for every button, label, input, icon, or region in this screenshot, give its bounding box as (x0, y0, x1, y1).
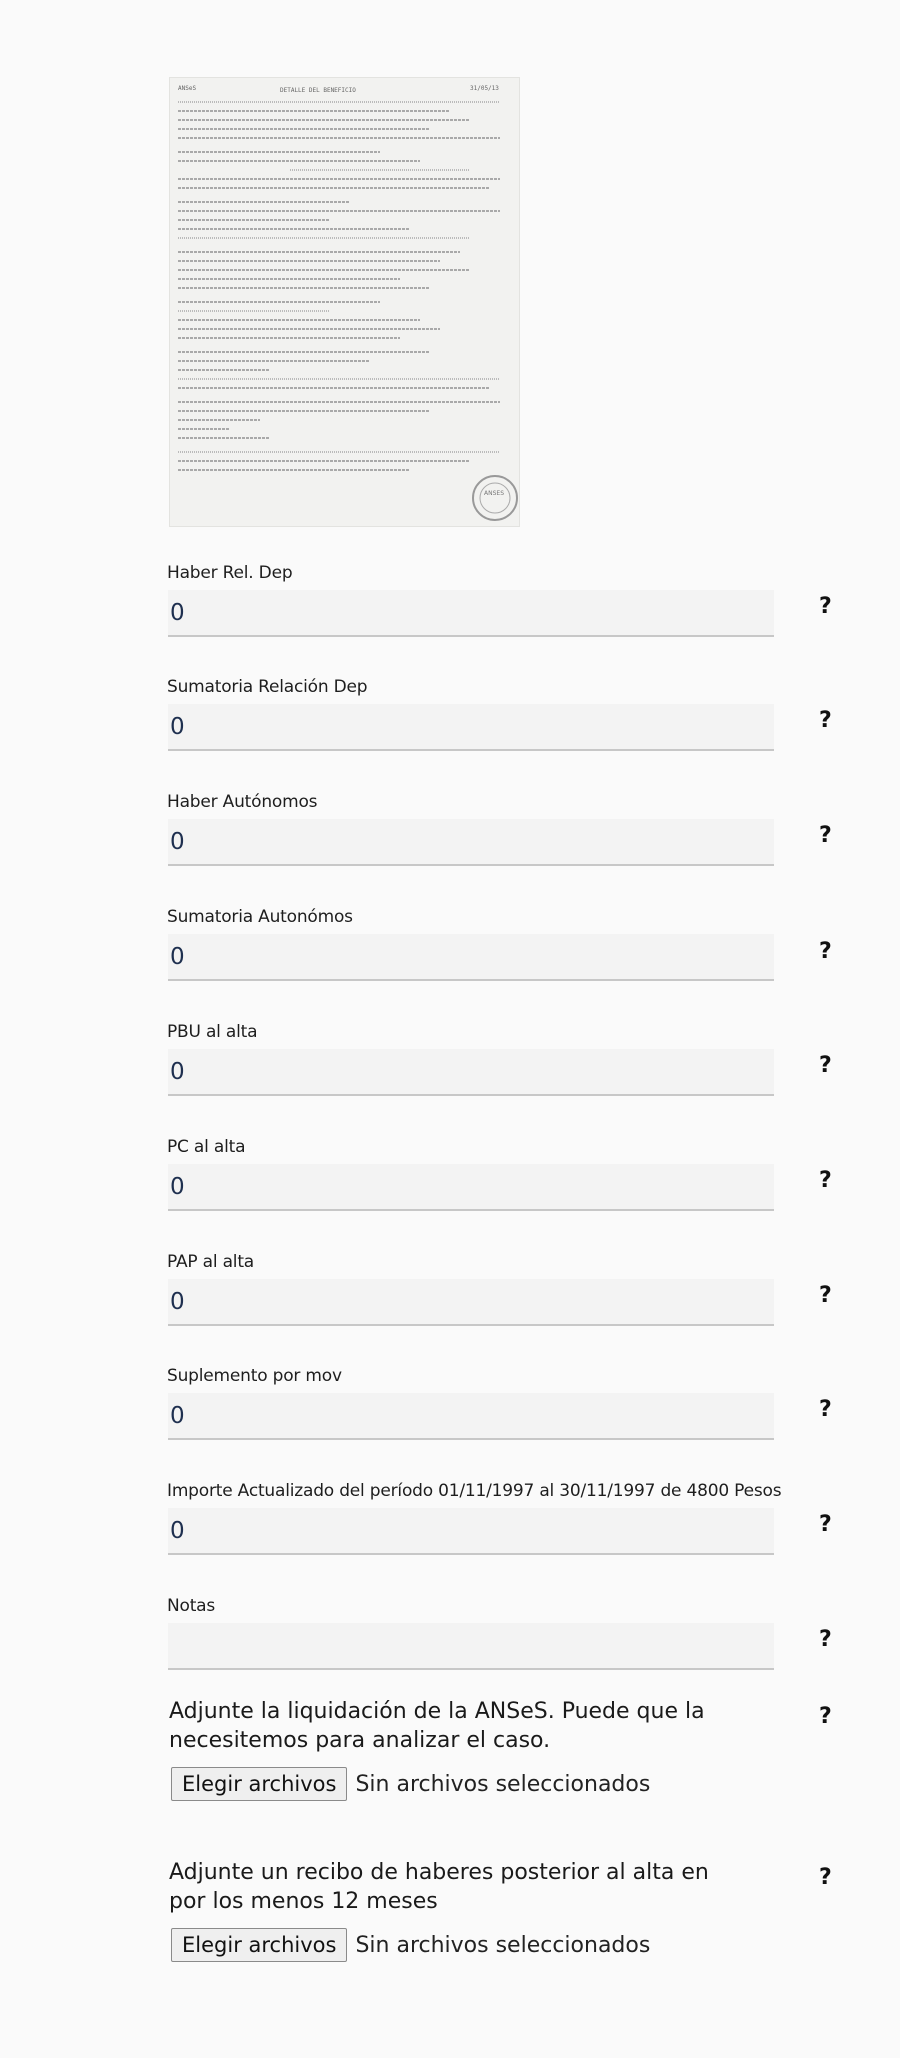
field-label: Sumatoria Autonómos (167, 907, 353, 927)
help-icon[interactable]: ? (819, 1704, 832, 1729)
field-label: PBU al alta (167, 1022, 258, 1042)
field-input[interactable]: 0 (168, 704, 774, 751)
help-icon[interactable]: ? (819, 1512, 832, 1537)
help-icon[interactable]: ? (819, 1283, 832, 1308)
field-label: Importe Actualizado del período 01/11/19… (167, 1481, 782, 1501)
upload-section-1: Adjunte un recibo de haberes posterior a… (169, 1858, 769, 1962)
document-preview-image: ANSeS DETALLE DEL BENEFICIO 31/05/13 ANS… (169, 77, 520, 527)
doc-header-left: ANSeS (178, 85, 196, 92)
help-icon[interactable]: ? (819, 1168, 832, 1193)
field-input[interactable]: 0 (168, 1508, 774, 1555)
field-label: Sumatoria Relación Dep (167, 677, 368, 697)
help-icon[interactable]: ? (819, 939, 832, 964)
upload-label: Adjunte la liquidación de la ANSeS. Pued… (169, 1699, 705, 1753)
upload-section-0: Adjunte la liquidación de la ANSeS. Pued… (169, 1697, 769, 1801)
field-input[interactable]: 0 (168, 590, 774, 637)
field-label: PC al alta (167, 1137, 246, 1157)
file-status-text: Sin archivos seleccionados (355, 1932, 651, 1958)
file-status-text: Sin archivos seleccionados (355, 1771, 651, 1797)
help-icon[interactable]: ? (819, 708, 832, 733)
field-input[interactable]: 0 (168, 934, 774, 981)
upload-label: Adjunte un recibo de haberes posterior a… (169, 1860, 709, 1914)
field-label: Haber Rel. Dep (167, 563, 293, 583)
field-label: Haber Autónomos (167, 792, 318, 812)
file-input-row: Elegir archivos Sin archivos seleccionado… (169, 1928, 769, 1962)
field-input[interactable]: 0 (168, 1393, 774, 1440)
help-icon[interactable]: ? (819, 594, 832, 619)
field-input[interactable]: 0 (168, 1279, 774, 1326)
field-label: Suplemento por mov (167, 1366, 342, 1386)
document-scan: ANSeS DETALLE DEL BENEFICIO 31/05/13 ANS… (170, 78, 519, 526)
field-label: Notas (167, 1596, 216, 1616)
help-icon[interactable]: ? (819, 1053, 832, 1078)
doc-header-date: 31/05/13 (470, 85, 499, 92)
help-icon[interactable]: ? (819, 1865, 832, 1890)
choose-files-button[interactable]: Elegir archivos (171, 1767, 348, 1801)
field-label: PAP al alta (167, 1252, 255, 1272)
field-input[interactable]: 0 (168, 819, 774, 866)
seal-text: ANSES (484, 490, 504, 497)
field-input[interactable] (168, 1623, 774, 1670)
file-input-row: Elegir archivos Sin archivos seleccionado… (169, 1767, 769, 1801)
help-icon[interactable]: ? (819, 1627, 832, 1652)
help-icon[interactable]: ? (819, 1397, 832, 1422)
field-input[interactable]: 0 (168, 1049, 774, 1096)
field-input[interactable]: 0 (168, 1164, 774, 1211)
choose-files-button[interactable]: Elegir archivos (171, 1928, 348, 1962)
doc-header-title: DETALLE DEL BENEFICIO (280, 87, 356, 94)
help-icon[interactable]: ? (819, 823, 832, 848)
